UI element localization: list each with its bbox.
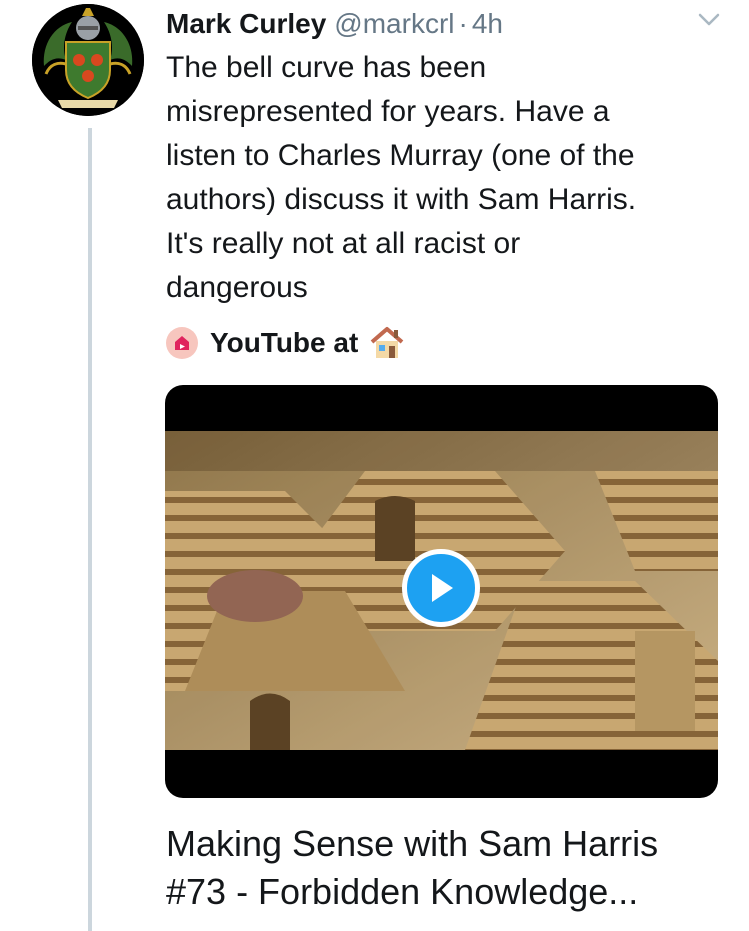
author-name[interactable]: Mark Curley: [166, 8, 326, 40]
source-attribution[interactable]: YouTube at: [166, 322, 406, 364]
youtube-home-icon: [166, 327, 198, 359]
chevron-down-icon[interactable]: [697, 12, 721, 28]
card-title-line: #73 - Forbidden Knowledge...: [166, 871, 639, 912]
avatar[interactable]: [32, 4, 144, 116]
link-card-title[interactable]: Making Sense with Sam Harris #73 - Forbi…: [166, 820, 736, 916]
video-card[interactable]: [165, 385, 718, 798]
thread-connector-line: [88, 128, 92, 931]
tweet-text-line: listen to Charles Murray (one of the: [166, 139, 635, 172]
tweet-header: Mark Curley @markcrl · 4h: [166, 2, 729, 46]
coat-of-arms-icon: [32, 4, 144, 116]
tweet-text-line: dangerous: [166, 271, 308, 304]
tweet-text-line: It's really not at all racist or: [166, 227, 521, 260]
timestamp[interactable]: 4h: [472, 8, 503, 40]
house-icon: [370, 327, 404, 358]
tweet-body: The bell curve has been misrepresented f…: [166, 46, 731, 310]
tweet-text-line: authors) discuss it with Sam Harris.: [166, 183, 637, 216]
tweet-text-line: misrepresented for years. Have a: [166, 95, 610, 128]
play-icon: [432, 574, 453, 602]
tweet-text-line: The bell curve has been: [166, 51, 487, 84]
author-handle[interactable]: @markcrl: [334, 8, 454, 40]
play-button[interactable]: [402, 549, 480, 627]
card-title-line: Making Sense with Sam Harris: [166, 823, 659, 864]
separator-dot: ·: [458, 8, 468, 39]
source-label: YouTube at: [210, 327, 359, 358]
